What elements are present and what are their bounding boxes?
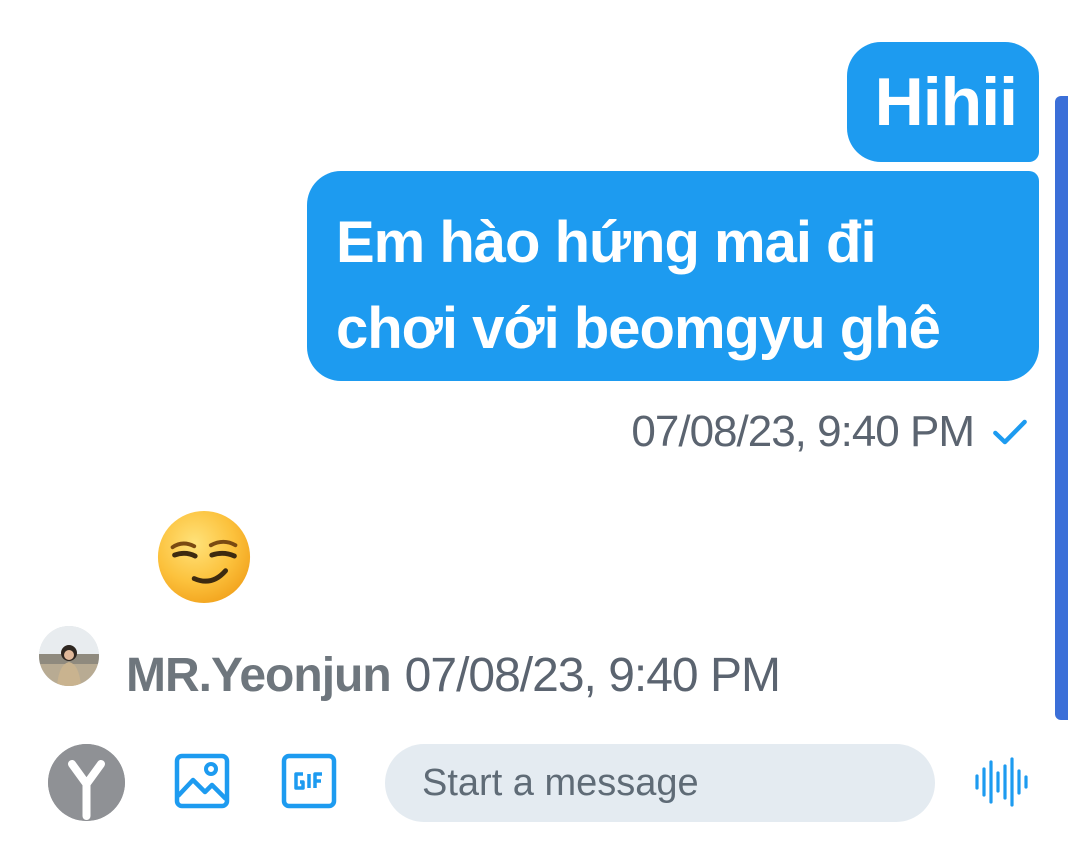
- composer-avatar-icon[interactable]: [48, 744, 125, 821]
- message-text: Hihii: [874, 64, 1018, 140]
- image-icon[interactable]: [173, 752, 231, 810]
- sent-message-meta: 07/08/23, 9:40 PM: [631, 402, 1032, 462]
- sent-message-bubble[interactable]: Em hào hứng mai đi chơi với beomgyu ghê: [307, 171, 1039, 381]
- sender-name[interactable]: MR.Yeonjun: [126, 648, 392, 703]
- message-input[interactable]: [385, 744, 935, 822]
- scrollbar[interactable]: [1055, 96, 1068, 720]
- message-text-line: chơi với beomgyu ghê: [336, 296, 941, 361]
- sender-avatar[interactable]: [39, 626, 99, 686]
- dm-conversation-screen: Hihii Em hào hứng mai đi chơi với beomgy…: [0, 0, 1068, 842]
- smirking-face-emoji-icon[interactable]: [155, 508, 253, 606]
- checkmark-icon: [993, 419, 1027, 445]
- sent-message-bubble[interactable]: Hihii: [846, 42, 1039, 162]
- received-message-meta: MR.Yeonjun 07/08/23, 9:40 PM: [126, 644, 781, 706]
- voice-waveform-icon[interactable]: [973, 757, 1033, 807]
- received-timestamp: 07/08/23, 9:40 PM: [404, 648, 781, 702]
- gif-icon[interactable]: [280, 752, 338, 810]
- sent-timestamp: 07/08/23, 9:40 PM: [631, 407, 975, 456]
- message-text-line: Em hào hứng mai đi: [336, 210, 877, 275]
